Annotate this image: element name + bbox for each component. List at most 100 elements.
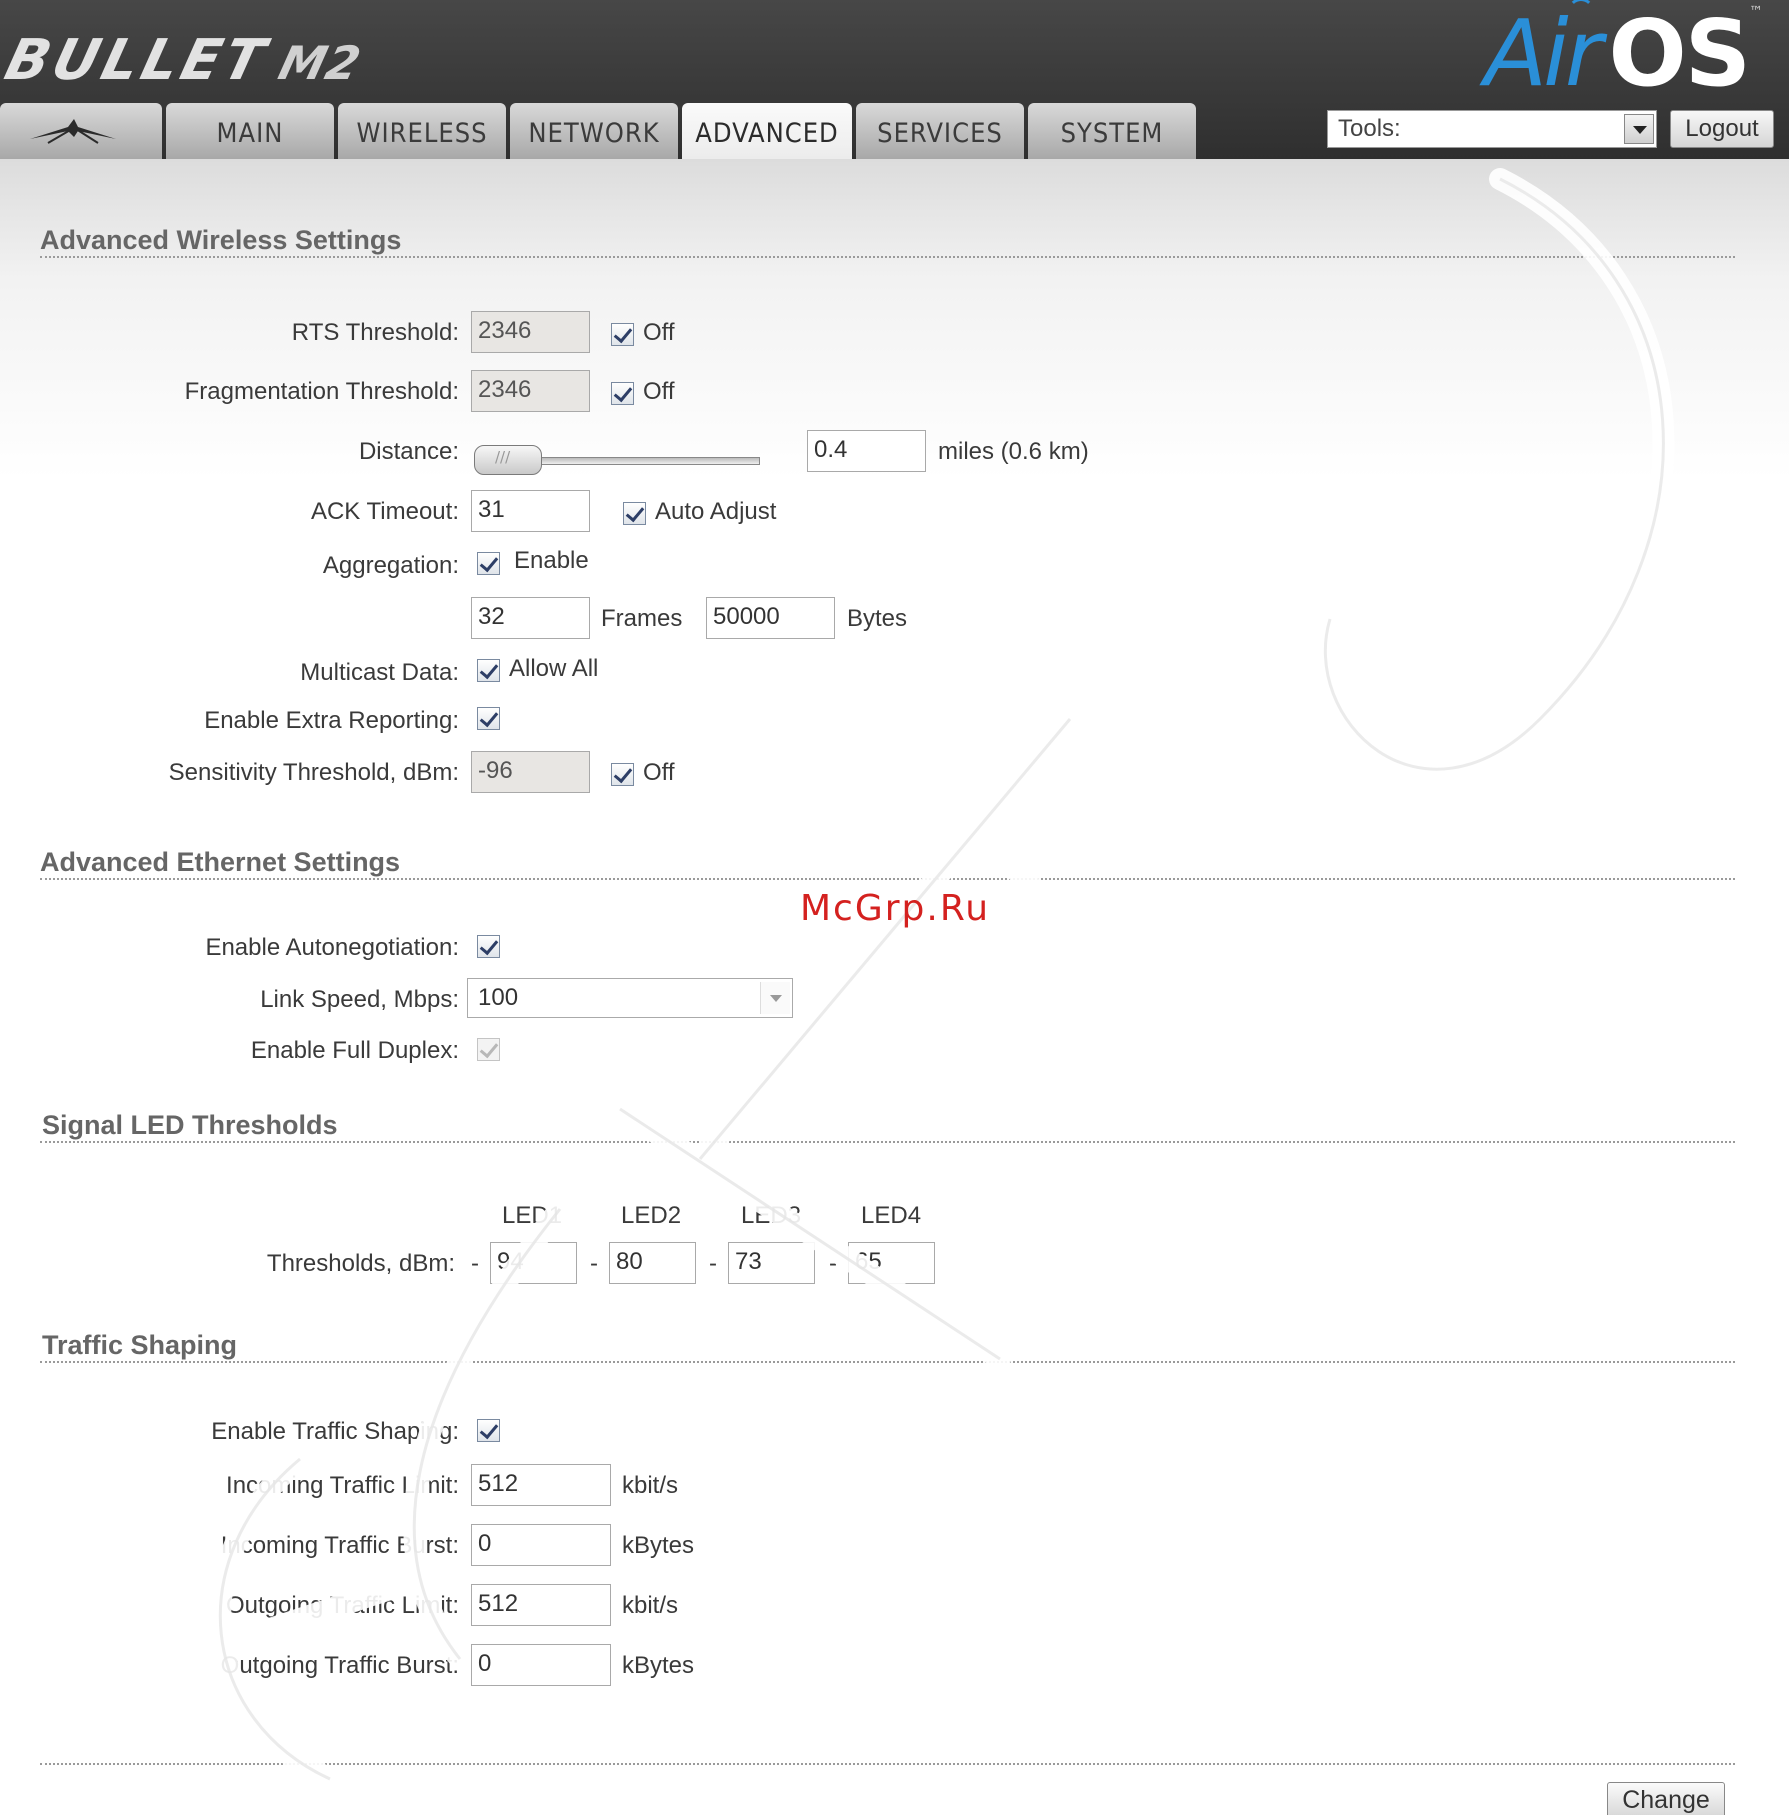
section-divider [40, 1141, 1735, 1143]
tab-network[interactable]: NETWORK [510, 103, 678, 159]
aggregation-label: Aggregation: [322, 552, 459, 579]
tab-main[interactable]: MAIN [166, 103, 334, 159]
tools-dropdown[interactable]: Tools: [1327, 110, 1657, 148]
incoming-limit-unit: kbit/s [622, 1472, 679, 1499]
multicast-allow-all-checkbox[interactable] [477, 659, 500, 682]
ubiquiti-logo-icon [30, 119, 116, 144]
fragmentation-threshold-label: Fragmentation Threshold: [184, 378, 459, 405]
footer-divider [40, 1763, 1735, 1765]
tab-system[interactable]: SYSTEM [1028, 103, 1196, 159]
thresholds-label: Thresholds, dBm: [266, 1250, 455, 1277]
rts-off-checkbox[interactable] [611, 323, 634, 346]
ack-timeout-label: ACK Timeout: [310, 498, 459, 525]
led4-threshold-input[interactable]: 65 [848, 1242, 935, 1284]
logout-button[interactable]: Logout [1670, 110, 1774, 148]
fragmentation-threshold-input[interactable]: 2346 [471, 370, 590, 412]
link-speed-select[interactable]: 100 [467, 978, 793, 1018]
change-button[interactable]: Change [1607, 1782, 1725, 1815]
product-logo: BULLETM2 [0, 28, 369, 93]
product-name: BULLET [0, 28, 275, 93]
multicast-data-label: Multicast Data: [300, 659, 459, 686]
incoming-burst-label: Incoming Traffic Burst: [220, 1532, 459, 1559]
led3-header: LED3 [741, 1202, 802, 1229]
ack-auto-adjust-label: Auto Adjust [655, 498, 777, 525]
section-title-traffic: Traffic Shaping [42, 1330, 238, 1360]
extra-reporting-label: Enable Extra Reporting: [204, 707, 459, 734]
threshold-dash: - [709, 1250, 717, 1277]
incoming-burst-input[interactable]: 0 [471, 1524, 611, 1566]
chevron-down-icon[interactable] [1624, 114, 1654, 144]
traffic-shaping-checkbox[interactable] [477, 1419, 500, 1442]
incoming-limit-input[interactable]: 512 [471, 1464, 611, 1506]
brand-os: OS [1608, 0, 1751, 107]
distance-slider[interactable] [474, 445, 760, 475]
section-title-wireless: Advanced Wireless Settings [40, 225, 402, 255]
trademark: ™ [1749, 4, 1763, 20]
sensitivity-off-checkbox[interactable] [611, 763, 634, 786]
led2-threshold-input[interactable]: 80 [609, 1242, 696, 1284]
incoming-limit-label: Incoming Traffic Limit: [226, 1472, 459, 1499]
header-bar: BULLETM2 Air OS™ MAIN WIRELESS NETWORK AD… [0, 0, 1789, 159]
section-title-ethernet: Advanced Ethernet Settings [40, 847, 401, 877]
threshold-dash: - [829, 1250, 837, 1277]
aggregation-frames-input[interactable]: 32 [471, 597, 590, 639]
outgoing-limit-label: Outgoing Traffic Limit: [226, 1592, 459, 1619]
distance-label: Distance: [358, 438, 459, 465]
ack-auto-adjust-checkbox[interactable] [623, 502, 646, 525]
airos-logo: Air OS™ [1484, 0, 1763, 107]
distance-slider-handle[interactable] [474, 445, 542, 475]
threshold-dash: - [590, 1250, 598, 1277]
led1-header: LED1 [502, 1202, 563, 1229]
outgoing-limit-input[interactable]: 512 [471, 1584, 611, 1626]
distance-input[interactable]: 0.4 [807, 430, 926, 472]
sensitivity-off-label: Off [643, 759, 675, 786]
section-title-led: Signal LED Thresholds [42, 1110, 338, 1140]
threshold-dash: - [471, 1250, 479, 1277]
aggregation-enable-checkbox[interactable] [477, 552, 500, 575]
fragmentation-off-checkbox[interactable] [611, 382, 634, 405]
outgoing-burst-label: Outgoing Traffic Burst: [220, 1652, 459, 1679]
autonegotiation-label: Enable Autonegotiation: [205, 934, 459, 961]
tools-dropdown-label: Tools: [1338, 115, 1401, 142]
tab-bar: MAIN WIRELESS NETWORK ADVANCED SERVICES … [0, 103, 1200, 159]
sensitivity-threshold-input[interactable]: -96 [471, 751, 590, 793]
distance-unit: miles (0.6 km) [938, 438, 1089, 465]
aggregation-enable-label: Enable [514, 547, 589, 574]
led1-threshold-input[interactable]: 94 [490, 1242, 577, 1284]
full-duplex-checkbox[interactable] [477, 1038, 500, 1061]
link-speed-label: Link Speed, Mbps: [260, 986, 459, 1013]
section-divider [40, 256, 1735, 258]
tab-wireless[interactable]: WIRELESS [338, 103, 506, 159]
aggregation-bytes-label: Bytes [847, 605, 908, 632]
traffic-shaping-label: Enable Traffic Shaping: [211, 1418, 459, 1445]
incoming-burst-unit: kBytes [622, 1532, 695, 1559]
rts-threshold-label: RTS Threshold: [291, 319, 459, 346]
autonegotiation-checkbox[interactable] [477, 935, 500, 958]
outgoing-burst-unit: kBytes [622, 1652, 695, 1679]
ack-timeout-input[interactable]: 31 [471, 490, 590, 532]
multicast-allow-all-label: Allow All [509, 655, 599, 682]
tab-services[interactable]: SERVICES [856, 103, 1024, 159]
full-duplex-label: Enable Full Duplex: [250, 1037, 459, 1064]
product-model: M2 [273, 36, 367, 90]
section-divider [40, 1361, 1735, 1363]
extra-reporting-checkbox[interactable] [477, 707, 500, 730]
tab-ubnt-logo[interactable] [0, 103, 162, 159]
outgoing-limit-unit: kbit/s [622, 1592, 679, 1619]
chevron-down-icon[interactable] [760, 982, 790, 1014]
advanced-settings-form: Advanced Wireless Settings RTS Threshold… [0, 159, 1789, 1815]
led2-header: LED2 [621, 1202, 682, 1229]
rts-off-label: Off [643, 319, 675, 346]
distance-slider-track[interactable] [504, 457, 760, 465]
fragmentation-off-label: Off [643, 378, 675, 405]
aggregation-bytes-input[interactable]: 50000 [706, 597, 835, 639]
tab-advanced[interactable]: ADVANCED [682, 103, 852, 159]
led3-threshold-input[interactable]: 73 [728, 1242, 815, 1284]
sensitivity-threshold-label: Sensitivity Threshold, dBm: [168, 759, 459, 786]
aggregation-frames-label: Frames [601, 605, 683, 632]
led4-header: LED4 [861, 1202, 922, 1229]
section-divider [40, 878, 1735, 880]
rts-threshold-input[interactable]: 2346 [471, 311, 590, 353]
link-speed-value: 100 [478, 984, 519, 1011]
outgoing-burst-input[interactable]: 0 [471, 1644, 611, 1686]
